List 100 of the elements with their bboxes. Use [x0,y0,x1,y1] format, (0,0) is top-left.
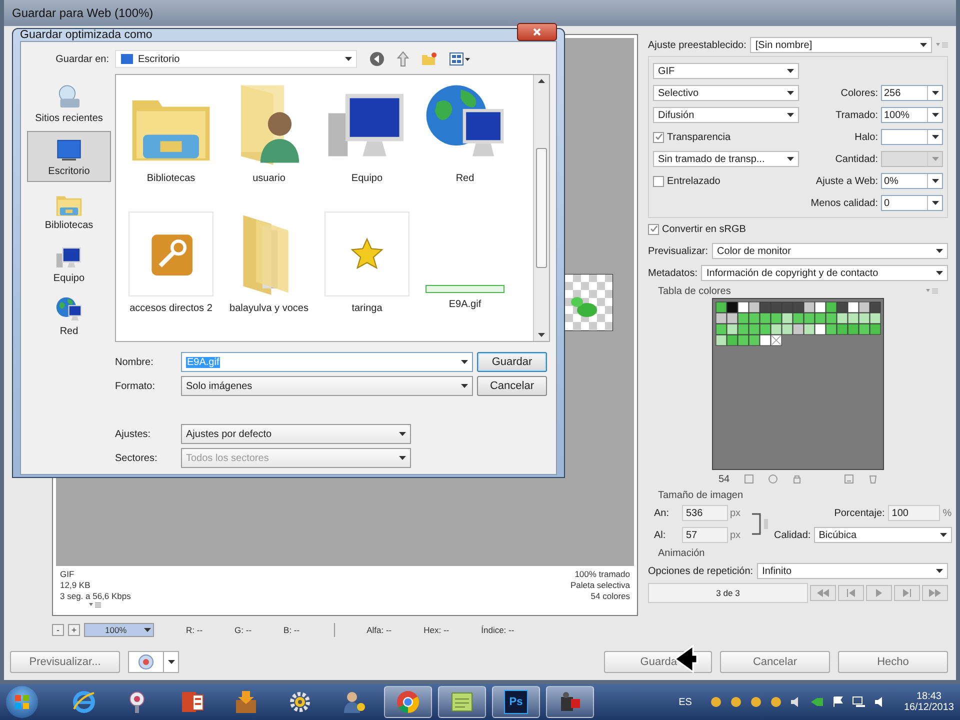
dropdown[interactable]: Ajustes por defecto [181,424,411,444]
caret-icon [932,113,938,117]
info-text: 54 colores [590,591,630,601]
language-indicator[interactable]: ES [678,696,692,708]
file-item[interactable]: E9A.gif [416,211,514,341]
section-title: Tabla de colores [658,286,731,296]
zoom-in-button[interactable]: + [68,624,80,636]
menu-icon[interactable] [89,602,102,608]
dropdown[interactable]: [Sin nombre] [750,37,932,53]
square-icon[interactable] [744,474,754,484]
info-text: 100% tramado [574,569,630,579]
place-item[interactable]: Equipo [27,238,111,289]
tray-app-icon[interactable] [770,696,782,708]
caret-icon [932,91,938,95]
clock-time[interactable]: 18:43 [916,691,942,702]
field-label: Colores: [840,88,878,98]
views-button[interactable] [449,52,471,66]
tray-app-icon[interactable] [730,696,742,708]
file-item[interactable]: Red [416,81,514,211]
dropdown[interactable]: Solo imágenes [181,376,473,396]
previous-frame-button[interactable] [838,585,864,601]
field-label: An: [654,508,670,518]
file-item[interactable]: balayulva y voces [220,211,318,341]
combo-field[interactable] [881,129,943,145]
file-item[interactable]: Bibliotecas [122,81,220,211]
next-frame-button[interactable] [894,585,920,601]
trash-icon[interactable] [868,474,878,484]
place-item[interactable]: Bibliotecas [27,184,111,236]
browser-dropdown-button[interactable] [128,651,179,673]
dropdown[interactable]: Difusión [653,107,799,123]
preview-button[interactable]: Previsualizar... [10,651,120,673]
location-dropdown[interactable]: Escritorio [115,50,357,68]
network-icon[interactable] [852,696,866,708]
zoom-dropdown[interactable]: 100% [84,623,154,637]
flag-icon[interactable] [832,696,844,708]
color-readout: Hex: -- [424,625,450,635]
section-title: Tamaño de imagen [658,490,744,500]
place-item[interactable]: Sitios recientes [27,78,111,130]
start-button[interactable] [6,686,38,718]
combo-field[interactable]: 0 [881,195,943,211]
scroll-up-icon [538,79,545,83]
cancel-button[interactable]: Cancelar [720,651,830,673]
field-label: Tramado: [836,110,878,120]
new-swatch-icon[interactable] [844,474,854,484]
combo-field[interactable]: 0% [881,173,943,189]
color-readout: Índice: -- [481,625,514,635]
file-item[interactable]: Equipo [318,81,416,211]
input-field[interactable]: 100 [888,505,940,521]
combo-field[interactable]: 256 [881,85,943,101]
back-button[interactable] [369,51,385,67]
browser-icon [138,654,154,670]
close-button[interactable] [517,23,557,41]
menu-icon[interactable] [926,288,938,294]
taskbar-button[interactable] [546,686,594,718]
clock-date[interactable]: 16/12/2013 [904,702,954,713]
file-item[interactable]: usuario [220,81,318,211]
checkbox[interactable] [653,176,664,186]
tray-app-icon[interactable] [710,696,722,708]
done-button[interactable]: Hecho [838,651,948,673]
input-field[interactable]: 57 [682,527,728,543]
new-folder-button[interactable] [421,52,437,66]
taskbar-button[interactable] [384,686,432,718]
caret-icon [932,157,938,161]
field-label: Ajuste preestablecido: [648,40,746,50]
play-button[interactable] [866,585,892,601]
dropdown[interactable]: Bicúbica [814,527,952,543]
package-icon [233,689,259,715]
dropdown[interactable]: Selectivo [653,85,799,101]
dropdown[interactable]: Infinito [757,563,948,579]
checkbox[interactable] [653,132,664,142]
first-frame-button[interactable] [810,585,836,601]
zoom-out-button[interactable]: - [52,624,64,636]
tray-app-icon[interactable] [750,696,762,708]
menu-icon[interactable] [936,42,948,48]
field-label: Sectores: [115,452,158,464]
dropdown[interactable]: Información de copyright y de contacto [701,265,948,281]
dropdown[interactable]: Sin tramado de transp... [653,151,799,167]
dropdown[interactable]: GIF [653,63,799,79]
save-button[interactable]: Guardar [477,352,547,372]
dropdown[interactable]: Color de monitor [712,243,948,259]
file-item[interactable]: taringa [318,211,416,341]
checkbox[interactable] [648,224,659,234]
scrollbar[interactable] [533,75,549,341]
playback-icon [845,589,857,597]
field-label: Ajuste a Web: [816,176,878,186]
taskbar-button[interactable]: Ps [492,686,540,718]
place-item[interactable]: Red [27,290,111,342]
place-item[interactable]: Escritorio [27,131,111,182]
caret-icon [461,360,468,364]
combo-field[interactable]: 100% [881,107,943,123]
up-folder-button[interactable] [397,51,409,67]
gear-icon [287,689,313,715]
last-frame-button[interactable] [922,585,948,601]
input-field[interactable]: 536 [682,505,728,521]
cancel-button[interactable]: Cancelar [477,376,547,396]
caret-icon [787,69,794,73]
caret-icon [345,57,352,61]
lock-icon[interactable] [792,474,802,484]
circle-icon[interactable] [768,474,778,484]
file-item[interactable]: accesos directos 2 [122,211,220,341]
